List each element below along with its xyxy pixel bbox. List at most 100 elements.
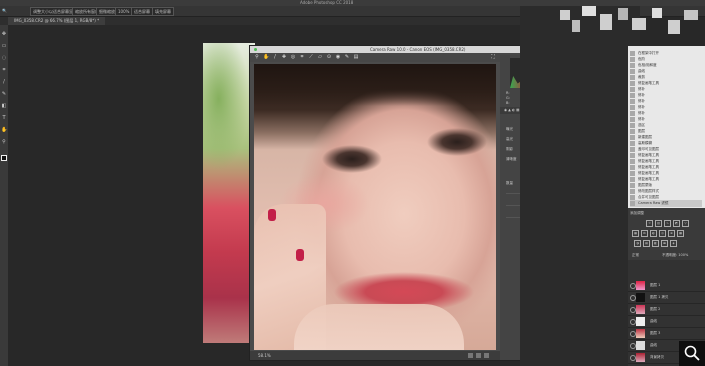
- color-balance-icon[interactable]: ⚖: [641, 230, 648, 237]
- text-icon[interactable]: T: [1, 115, 7, 121]
- history-panel: 在框架中打开 色阶 色相/饱和度 曲线 裁剪 修复画笔工具 修补 修补 修补 修…: [628, 46, 705, 208]
- zoom-level[interactable]: 58.1%: [258, 353, 271, 358]
- white-balance-icon[interactable]: /: [272, 54, 278, 60]
- history-step-icon: [630, 80, 635, 86]
- selective-color-icon[interactable]: ◈: [670, 240, 677, 247]
- transform-icon[interactable]: ▱: [317, 54, 323, 60]
- fit-screen-button[interactable]: 适合屏幕: [131, 7, 153, 16]
- layer-row[interactable]: 图层 1 拷贝: [628, 292, 705, 304]
- straighten-icon[interactable]: ⟋: [308, 54, 314, 60]
- history-step-icon: [630, 86, 635, 92]
- crop-icon[interactable]: ⌗: [1, 67, 7, 73]
- layer-row[interactable]: 图层 3: [628, 328, 705, 340]
- eraser-icon[interactable]: ◧: [1, 103, 7, 109]
- black-white-icon[interactable]: ◐: [650, 230, 657, 237]
- photo-filter-icon[interactable]: ◎: [659, 230, 666, 237]
- lasso-icon[interactable]: ◌: [1, 55, 7, 61]
- spot-removal-icon[interactable]: ⊙: [326, 54, 332, 60]
- tools-panel: ✥ ▭ ◌ ⌗ / ✎ ◧ T ✋ ⚲: [0, 25, 8, 366]
- history-step-icon: [630, 140, 635, 146]
- zoom-icon[interactable]: ⚲: [1, 139, 7, 145]
- document-tab[interactable]: IMG_0358.CR2 @ 66.7% (图层 1, RGB/8*) *: [8, 17, 106, 25]
- history-step-icon: [630, 50, 635, 56]
- preview-hair: [254, 64, 496, 106]
- adjustment-thumbnail: [636, 317, 645, 326]
- history-step-icon: [630, 188, 635, 194]
- hand-icon[interactable]: ✋: [263, 54, 269, 60]
- brush-icon: [630, 176, 635, 182]
- preview-hand-bottom: [294, 304, 464, 350]
- brush-icon: [630, 170, 635, 176]
- graduated-filter-icon[interactable]: ▤: [353, 54, 359, 60]
- invert-icon[interactable]: ◑: [634, 240, 641, 247]
- brush-icon: [630, 158, 635, 164]
- fullscreen-icon[interactable]: ⛶: [490, 54, 496, 60]
- background-photo: [203, 43, 255, 343]
- history-step-icon: [630, 110, 635, 116]
- camera-raw-title: Camera Raw 10.0 - Canon EOS (IMG_0358.CR…: [370, 47, 466, 52]
- opacity-field[interactable]: 不透明度: 100%: [662, 253, 688, 257]
- right-dock-column: [520, 6, 640, 366]
- history-step-icon: [630, 62, 635, 68]
- layer-thumbnail: [636, 329, 645, 338]
- readout-r: R:: [506, 91, 510, 95]
- vibrance-icon[interactable]: ▽: [682, 220, 689, 227]
- levels-icon[interactable]: ▥: [655, 220, 662, 227]
- marquee-icon[interactable]: ▭: [1, 43, 7, 49]
- eyedropper-icon[interactable]: /: [1, 79, 7, 85]
- search-button[interactable]: [679, 341, 705, 366]
- layers-toolbar: 正常 不透明度: 100%: [628, 250, 705, 260]
- history-step-icon: [630, 194, 635, 200]
- red-eye-icon[interactable]: ◉: [335, 54, 341, 60]
- layer-row[interactable]: 曲线: [628, 316, 705, 328]
- zoom-percent[interactable]: 100%: [115, 7, 133, 16]
- adjustments-title: 添加调整: [630, 211, 644, 215]
- preview-nail: [268, 209, 276, 221]
- history-step-icon: [630, 104, 635, 110]
- history-step-icon: [630, 182, 635, 188]
- history-item-selected[interactable]: Camera Raw 滤镜: [630, 200, 702, 207]
- fill-screen-button[interactable]: 填充屏幕: [152, 7, 174, 16]
- threshold-icon[interactable]: ◧: [652, 240, 659, 247]
- color-sampler-icon[interactable]: ✚: [281, 54, 287, 60]
- adjustment-brush-icon[interactable]: ✎: [344, 54, 350, 60]
- layer-row[interactable]: 图层 2: [628, 304, 705, 316]
- mosaic-watermark: [560, 6, 705, 46]
- layer-mask-thumbnail: [636, 293, 645, 302]
- layer-thumbnail: [636, 305, 645, 314]
- brush-icon: [630, 164, 635, 170]
- history-step-icon: [630, 128, 635, 134]
- hue-saturation-icon[interactable]: ▦: [632, 230, 639, 237]
- curves-icon[interactable]: ∿: [664, 220, 671, 227]
- zoom-tool-icon[interactable]: 🔍: [2, 7, 7, 14]
- history-step-icon: [630, 122, 635, 128]
- exposure-icon[interactable]: ◩: [673, 220, 680, 227]
- adjustment-thumbnail: [636, 341, 645, 350]
- history-step-icon: [630, 74, 635, 80]
- settings-icon[interactable]: [484, 353, 489, 358]
- move-icon[interactable]: ✥: [1, 31, 7, 37]
- channel-mixer-icon[interactable]: ⊕: [668, 230, 675, 237]
- color-lookup-icon[interactable]: ▦: [677, 230, 684, 237]
- foreground-color-swatch[interactable]: [1, 155, 7, 161]
- history-step-icon: [630, 146, 635, 152]
- posterize-icon[interactable]: ▤: [643, 240, 650, 247]
- gradient-map-icon[interactable]: ▬: [661, 240, 668, 247]
- zoom-icon[interactable]: ⚲: [254, 54, 260, 60]
- hand-icon[interactable]: ✋: [1, 127, 7, 133]
- blend-mode-select[interactable]: 正常: [632, 253, 639, 257]
- photo-preview[interactable]: [254, 64, 496, 350]
- layer-thumbnail: [636, 353, 645, 362]
- toggle-view-icon[interactable]: [476, 353, 481, 358]
- history-step-icon: [630, 98, 635, 104]
- window-close-icon[interactable]: [254, 48, 257, 51]
- history-step-icon: [630, 68, 635, 74]
- brush-icon[interactable]: ✎: [1, 91, 7, 97]
- before-after-icon[interactable]: [468, 353, 473, 358]
- history-step-icon: [630, 92, 635, 98]
- brightness-icon[interactable]: ☼: [646, 220, 653, 227]
- layer-row[interactable]: 图层 1: [628, 280, 705, 292]
- target-adjust-icon[interactable]: ◎: [290, 54, 296, 60]
- history-step-icon: [630, 56, 635, 62]
- crop-icon[interactable]: ⌗: [299, 54, 305, 60]
